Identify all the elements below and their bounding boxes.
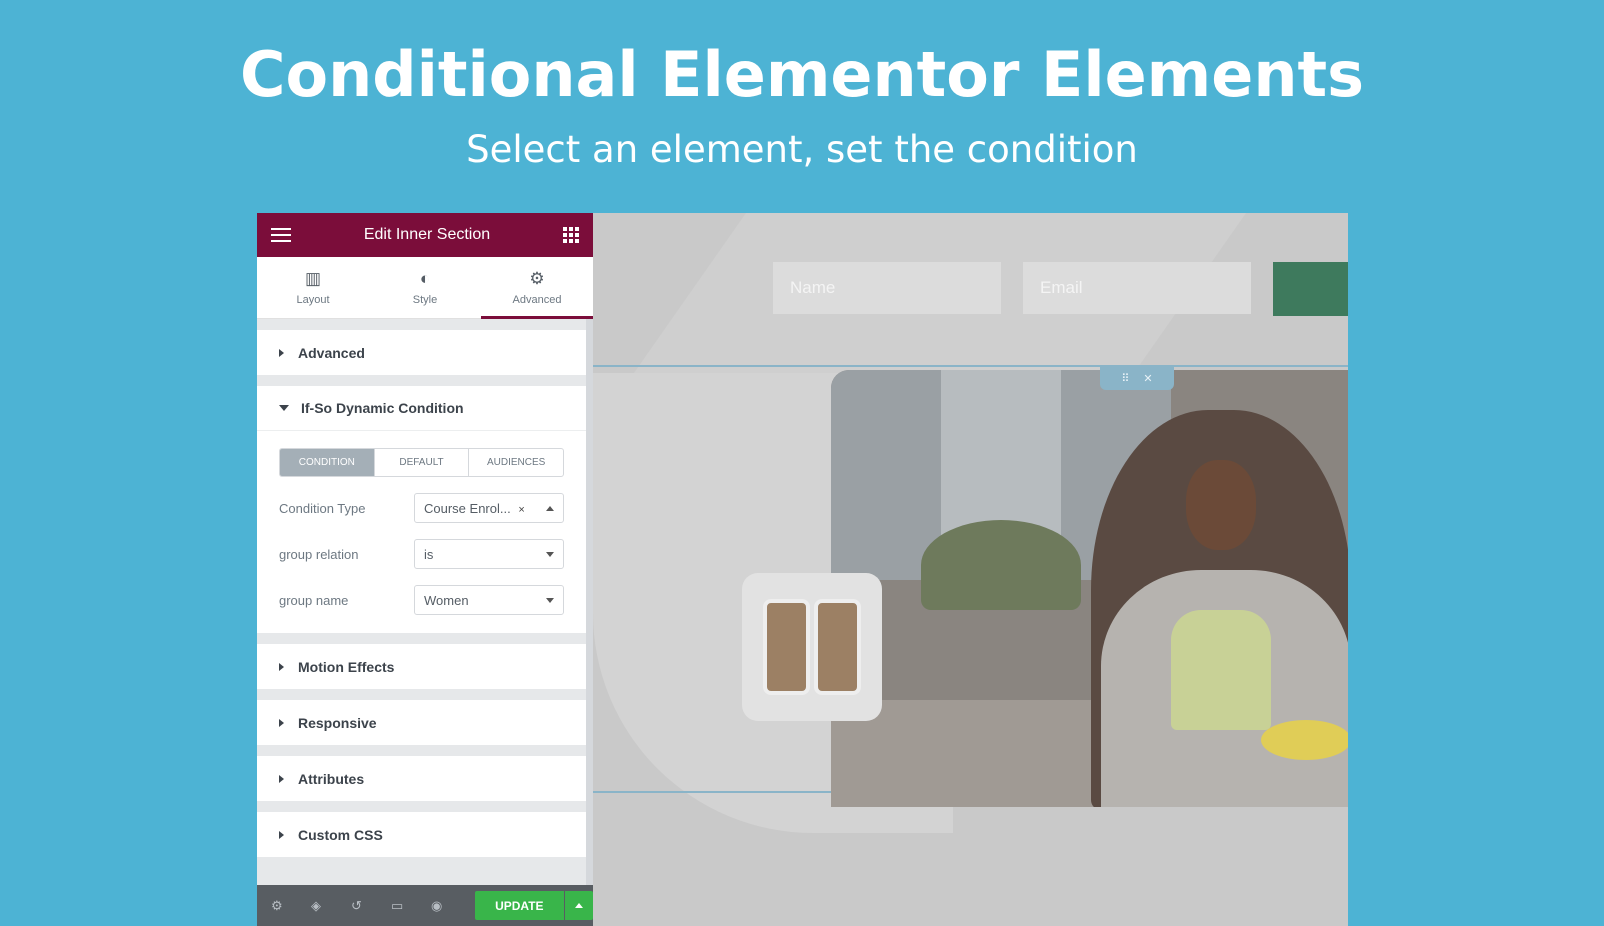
photo-person-top [1171, 610, 1271, 730]
section-responsive[interactable]: Responsive [257, 700, 586, 745]
caret-right-icon [279, 348, 284, 357]
tab-default[interactable]: DEFAULT [375, 449, 470, 476]
preview-canvas: Name Email ⠿ ✕ [593, 213, 1348, 926]
group-relation-select[interactable]: is [414, 539, 564, 569]
meal-prep-image-card[interactable] [742, 573, 882, 721]
email-input[interactable]: Email [1023, 262, 1251, 314]
group-relation-control: group relation is [279, 539, 564, 569]
style-icon: ◐ [419, 268, 431, 288]
tab-advanced-label: Advanced [512, 293, 562, 306]
responsive-mode-icon[interactable]: ▭ [391, 898, 431, 914]
panel-title: Edit Inner Section [363, 226, 491, 243]
section-attributes-label: Attributes [298, 770, 365, 787]
gear-icon: ⚙ [529, 268, 545, 288]
meal-box [814, 599, 861, 695]
section-custom-css-label: Custom CSS [298, 826, 383, 843]
group-name-select[interactable]: Women [414, 585, 564, 615]
submit-button[interactable] [1273, 262, 1348, 316]
tab-style-label: Style [412, 293, 438, 306]
caret-right-icon [279, 662, 284, 671]
hero-title: Conditional Elementor Elements [240, 38, 1364, 111]
clear-icon[interactable]: × [518, 504, 524, 516]
group-name-control: group name Women [279, 585, 564, 615]
group-name-value: Women [424, 592, 469, 608]
panel-footer: ⚙ ◈ ↺ ▭ ◉ UPDATE [257, 885, 593, 926]
section-attributes[interactable]: Attributes [257, 756, 586, 801]
chevron-up-icon [546, 505, 554, 511]
chevron-down-icon [546, 597, 554, 603]
photo-bananas [1261, 720, 1348, 760]
section-advanced-header[interactable]: Advanced [257, 330, 586, 375]
tab-advanced[interactable]: ⚙ Advanced [481, 257, 593, 319]
section-ifso: If-So Dynamic Condition CONDITION DEFAUL… [257, 386, 586, 633]
section-handle[interactable]: ⠿ ✕ [1100, 366, 1174, 390]
section-responsive-header[interactable]: Responsive [257, 700, 586, 745]
panel-body: Advanced If-So Dynamic Condition CONDITI… [257, 319, 593, 911]
inner-section-top-border [593, 365, 1348, 367]
preview-eye-icon[interactable]: ◉ [431, 898, 471, 914]
update-button[interactable]: UPDATE [474, 891, 564, 920]
condition-tabs: CONDITION DEFAULT AUDIENCES [279, 448, 564, 477]
caret-right-icon [279, 774, 284, 783]
group-name-label: group name [279, 592, 349, 608]
section-attributes-header[interactable]: Attributes [257, 756, 586, 801]
tab-style[interactable]: ◐ Style [369, 257, 481, 318]
section-advanced[interactable]: Advanced [257, 330, 586, 375]
menu-icon[interactable] [271, 228, 291, 242]
condition-type-select[interactable]: Course Enrol... × [414, 493, 564, 523]
caret-right-icon [279, 718, 284, 727]
section-custom-css-header[interactable]: Custom CSS [257, 812, 586, 857]
chevron-down-icon [546, 551, 554, 557]
close-icon[interactable]: ✕ [1143, 372, 1152, 385]
panel-scrollbar[interactable] [586, 319, 593, 911]
condition-type-control: Condition Type Course Enrol... × [279, 493, 564, 523]
panel-header: Edit Inner Section [257, 213, 593, 257]
caret-right-icon [279, 830, 284, 839]
group-relation-value: is [424, 546, 434, 562]
editor-panel: Edit Inner Section ▥ Layout ◐ Style ⚙ Ad… [257, 213, 593, 926]
tab-layout-label: Layout [296, 293, 330, 306]
tab-condition[interactable]: CONDITION [280, 449, 375, 476]
hero-subtitle: Select an element, set the condition [466, 128, 1138, 171]
section-ifso-label: If-So Dynamic Condition [301, 400, 464, 416]
update-options-button[interactable] [564, 891, 593, 920]
section-motion-header[interactable]: Motion Effects [257, 644, 586, 689]
section-motion-effects[interactable]: Motion Effects [257, 644, 586, 689]
tab-layout[interactable]: ▥ Layout [257, 257, 369, 318]
history-icon[interactable]: ↺ [351, 898, 391, 914]
condition-type-value: Course Enrol... [424, 500, 511, 516]
photo-person-face [1186, 460, 1256, 550]
settings-icon[interactable]: ⚙ [271, 898, 311, 914]
tab-audiences[interactable]: AUDIENCES [469, 449, 563, 476]
widgets-grid-icon[interactable] [562, 227, 579, 243]
meal-box [763, 599, 810, 695]
drag-handle-icon[interactable]: ⠿ [1121, 372, 1129, 385]
section-motion-label: Motion Effects [298, 658, 395, 675]
name-input[interactable]: Name [773, 262, 1001, 314]
photo-plant [921, 520, 1081, 610]
navigator-icon[interactable]: ◈ [311, 898, 351, 914]
section-advanced-label: Advanced [298, 344, 365, 361]
chevron-up-icon [574, 903, 583, 908]
caret-down-icon [279, 405, 289, 411]
layout-icon: ▥ [304, 268, 322, 288]
panel-tabs: ▥ Layout ◐ Style ⚙ Advanced [257, 257, 593, 319]
group-relation-label: group relation [279, 546, 359, 562]
section-custom-css[interactable]: Custom CSS [257, 812, 586, 857]
condition-type-label: Condition Type [279, 500, 366, 516]
section-ifso-header[interactable]: If-So Dynamic Condition [257, 386, 586, 431]
section-responsive-label: Responsive [298, 714, 377, 731]
kitchen-photo[interactable] [831, 370, 1348, 807]
